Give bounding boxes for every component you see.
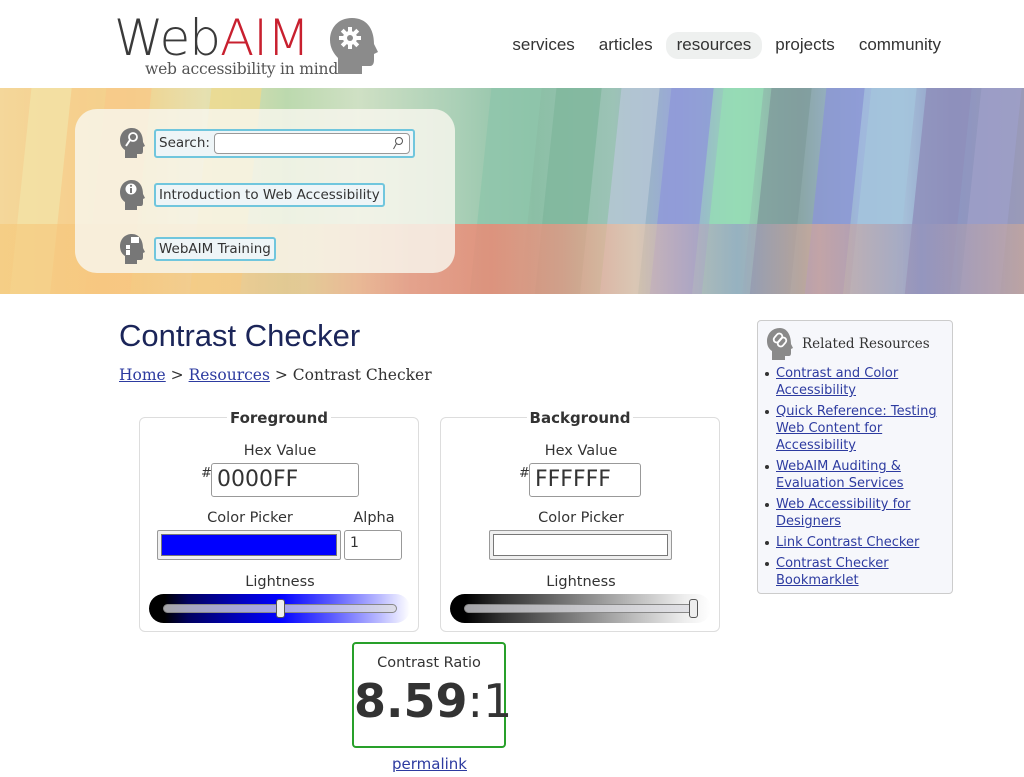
background-panel: Background Hex Value # FFFFFF Color Pick… — [440, 409, 720, 632]
related-link[interactable]: Link Contrast Checker — [776, 535, 919, 550]
search-icon[interactable] — [392, 136, 404, 151]
background-slider-track[interactable] — [464, 604, 698, 613]
list-item: Quick Reference: Testing Web Content for… — [765, 403, 948, 454]
training-row: WebAIM Training — [119, 233, 276, 265]
list-item: Link Contrast Checker — [765, 534, 948, 551]
list-item: Contrast Checker Bookmarklet — [765, 555, 948, 589]
breadcrumb-home[interactable]: Home — [119, 366, 166, 384]
background-lightness-slider[interactable] — [450, 594, 711, 623]
foreground-alpha-input[interactable]: 1 — [344, 530, 402, 560]
quick-links-panel: Search: Introduction to Web Accessibilit… — [75, 109, 455, 273]
training-link[interactable]: WebAIM Training — [154, 237, 276, 261]
contrast-ratio-value: 8.59:1 — [354, 673, 512, 729]
info-head-icon — [120, 180, 145, 210]
nav-articles[interactable]: articles — [588, 32, 664, 59]
site-header: WebAIM web accessibility in mind service… — [0, 0, 1024, 88]
foreground-swatch — [161, 534, 337, 556]
hero-banner: Search: Introduction to Web Accessibilit… — [0, 88, 1024, 294]
foreground-picker-label: Color Picker — [207, 510, 293, 526]
logo-wordmark: WebAIM — [114, 8, 310, 68]
background-lightness-label: Lightness — [546, 574, 616, 590]
intro-link[interactable]: Introduction to Web Accessibility — [154, 183, 385, 207]
list-item: Contrast and Color Accessibility — [765, 365, 948, 399]
search-input[interactable] — [213, 132, 410, 154]
foreground-slider-thumb[interactable] — [275, 599, 285, 618]
contrast-ratio-box: Contrast Ratio 8.59:1 — [352, 642, 512, 748]
breadcrumb: Home > Resources > Contrast Checker — [119, 366, 432, 384]
breadcrumb-current: Contrast Checker — [292, 366, 432, 384]
related-link[interactable]: Quick Reference: Testing Web Content for… — [776, 404, 937, 453]
logo-web-text: Web — [114, 9, 221, 67]
link-head-icon — [767, 328, 793, 360]
breadcrumb-separator: > — [165, 366, 189, 384]
foreground-hex-label: Hex Value — [243, 443, 317, 459]
nav-services[interactable]: services — [501, 32, 585, 59]
background-legend: Background — [441, 408, 719, 427]
page-title: Contrast Checker — [119, 318, 361, 353]
background-slider-thumb[interactable] — [689, 599, 698, 618]
main-nav: services articles resources projects com… — [499, 32, 952, 59]
breadcrumb-separator: > — [269, 366, 293, 384]
contrast-ratio-number: 8.59 — [354, 674, 468, 728]
training-head-icon — [120, 234, 145, 264]
foreground-color-picker[interactable] — [157, 530, 341, 560]
head-gear-icon — [330, 18, 378, 74]
breadcrumb-resources[interactable]: Resources — [189, 366, 270, 384]
search-head-icon — [120, 128, 145, 158]
related-link[interactable]: Web Accessibility for Designers — [776, 497, 910, 529]
background-picker-label: Color Picker — [538, 510, 624, 526]
contrast-ratio-suffix: :1 — [467, 674, 513, 728]
foreground-hex-input[interactable]: 0000FF — [211, 463, 359, 497]
nav-projects[interactable]: projects — [764, 32, 846, 59]
background-color-picker[interactable] — [489, 530, 672, 560]
related-link[interactable]: Contrast and Color Accessibility — [776, 366, 898, 398]
list-item: Web Accessibility for Designers — [765, 496, 948, 530]
search-row: Search: — [119, 127, 415, 159]
related-list: Contrast and Color Accessibility Quick R… — [765, 365, 948, 593]
background-hex-label: Hex Value — [544, 443, 618, 459]
background-hex-input[interactable]: FFFFFF — [529, 463, 641, 497]
background-legend-text: Background — [526, 409, 634, 427]
search-box: Search: — [154, 128, 415, 158]
foreground-lightness-slider[interactable] — [149, 594, 410, 623]
foreground-legend-text: Foreground — [226, 409, 332, 427]
related-resources: Related Resources Contrast and Color Acc… — [757, 320, 953, 594]
nav-community[interactable]: community — [848, 32, 952, 59]
related-link[interactable]: WebAIM Auditing & Evaluation Services — [776, 459, 904, 491]
foreground-lightness-label: Lightness — [245, 574, 315, 590]
list-item: WebAIM Auditing & Evaluation Services — [765, 458, 948, 492]
permalink-link[interactable]: permalink — [392, 755, 467, 773]
related-header: Related Resources — [766, 327, 930, 361]
background-swatch — [493, 534, 668, 556]
contrast-ratio-label: Contrast Ratio — [377, 655, 481, 671]
foreground-legend: Foreground — [140, 408, 418, 427]
foreground-alpha-label: Alpha — [353, 510, 395, 526]
logo-tagline: web accessibility in mind — [145, 60, 339, 78]
webaim-logo[interactable]: WebAIM web accessibility in mind — [114, 8, 384, 83]
related-link[interactable]: Contrast Checker Bookmarklet — [776, 556, 889, 588]
logo-aim-text: AIM — [220, 9, 310, 67]
foreground-panel: Foreground Hex Value # 0000FF Color Pick… — [139, 409, 419, 632]
nav-resources[interactable]: resources — [665, 32, 763, 59]
intro-row: Introduction to Web Accessibility — [119, 179, 385, 211]
search-label: Search: — [159, 135, 210, 151]
related-title: Related Resources — [802, 336, 930, 352]
